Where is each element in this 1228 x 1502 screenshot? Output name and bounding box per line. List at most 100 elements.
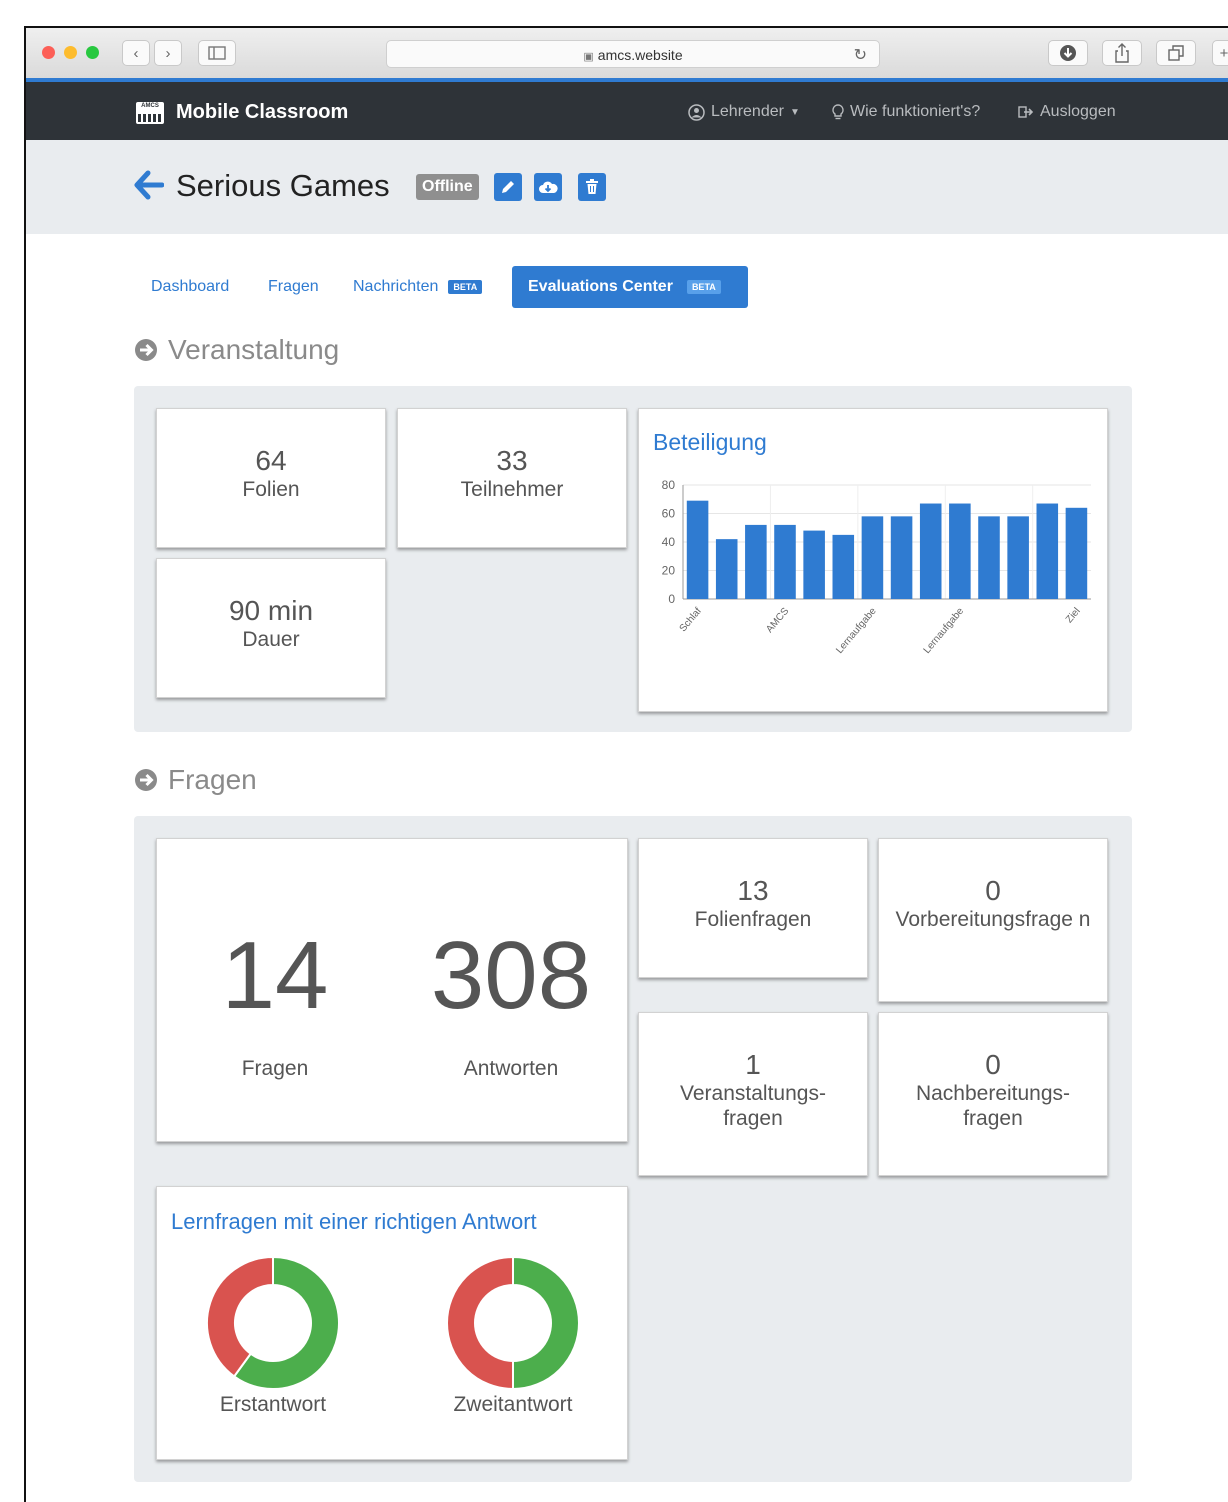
tab-evaluations-center[interactable]: Evaluations Center BETA (512, 266, 748, 308)
share-icon (1115, 43, 1129, 63)
folien-card: 64 Folien (156, 408, 386, 548)
lock-icon: ▣ (583, 51, 594, 63)
bar (919, 503, 942, 599)
new-tab-icon: + (1219, 44, 1228, 62)
maximize-window-button[interactable] (86, 46, 99, 59)
forward-icon: › (165, 44, 171, 62)
logout-link[interactable]: Ausloggen (1018, 103, 1116, 121)
close-window-button[interactable] (42, 46, 55, 59)
tab-dashboard[interactable]: Dashboard (151, 278, 229, 296)
new-tab-button[interactable]: + (1212, 40, 1228, 66)
beteiligung-chart-card: Beteiligung 0 20 40 60 80 Schlaf AMCS Lernaufga… (638, 408, 1108, 712)
cloud-download-button[interactable] (534, 173, 562, 201)
x-tick-label: Lernaufgabe (834, 606, 879, 656)
fragen-count-label: Fragen (241, 1057, 309, 1080)
lernfragen-title: Lernfragen mit einer richtigen Antwort (171, 1209, 537, 1234)
sidebar-button[interactable] (198, 40, 236, 66)
y-tick-label: 0 (668, 592, 675, 606)
user-menu-label: Lehrender (711, 103, 784, 120)
logout-icon (1018, 106, 1034, 118)
forward-button[interactable]: › (154, 40, 182, 66)
delete-button[interactable] (578, 173, 606, 201)
address-bar[interactable]: ▣ amcs.website ↻ (386, 40, 880, 68)
beta-badge: BETA (686, 280, 721, 294)
user-menu[interactable]: Lehrender ▼ (688, 103, 800, 121)
tabs-overview-button[interactable] (1156, 40, 1196, 66)
back-arrow-icon[interactable] (134, 170, 164, 200)
edit-button[interactable] (494, 173, 522, 201)
zweitantwort-label: Zweitantwort (453, 1393, 573, 1416)
beta-badge: BETA (448, 279, 483, 294)
reload-icon[interactable]: ↻ (854, 45, 867, 65)
bar (832, 534, 855, 599)
download-icon (1060, 45, 1076, 61)
section-fragen-title: Fragen (168, 764, 257, 795)
bar (1036, 503, 1059, 599)
donut-slice-falsch (446, 1255, 514, 1391)
bar (861, 516, 884, 599)
lightbulb-icon (832, 104, 844, 120)
help-label: Wie funktioniert's? (850, 103, 981, 120)
tab-nachrichten[interactable]: Nachrichten BETA (353, 278, 483, 296)
zweitantwort-donut-chart (446, 1255, 580, 1391)
folien-value: 64 (255, 445, 287, 476)
tab-nachrichten-label: Nachrichten (353, 278, 439, 295)
vorbereitungsfragen-label: Vorbereitungsfrage n (895, 908, 1091, 931)
tab-fragen[interactable]: Fragen (268, 278, 319, 296)
help-link[interactable]: Wie funktioniert's? (832, 103, 980, 121)
browser-toolbar: ‹ › ▣ amcs.website ↻ + (26, 28, 1228, 79)
bar (1065, 507, 1088, 599)
antworten-label: Antworten (463, 1057, 559, 1080)
folienfragen-value: 13 (737, 875, 769, 906)
circle-arrow-right-icon (135, 769, 157, 791)
back-button[interactable]: ‹ (122, 40, 150, 66)
trash-icon (586, 179, 598, 194)
downloads-button[interactable] (1048, 40, 1088, 66)
section-veranstaltung-header[interactable]: Veranstaltung (134, 334, 339, 366)
browser-window: ‹ › ▣ amcs.website ↻ + AMCS Mobile Classr… (24, 26, 1228, 1502)
pencil-icon (502, 181, 514, 193)
bar (745, 524, 767, 599)
folienfragen-card: 13 Folienfragen (638, 838, 868, 978)
x-tick-label: Lernaufgabe (922, 606, 967, 656)
section-fragen-header[interactable]: Fragen (134, 764, 257, 796)
lernfragen-card: Lernfragen mit einer richtigen Antwort E… (156, 1186, 628, 1460)
caret-down-icon: ▼ (789, 106, 800, 118)
folien-label: Folien (242, 478, 300, 501)
nachbereitungsfragen-value: 0 (985, 1049, 1001, 1080)
vorbereitungsfragen-card: 0 Vorbereitungsfrage n (878, 838, 1108, 1002)
y-tick-label: 80 (662, 478, 676, 492)
page-title: Serious Games (176, 168, 390, 203)
x-tick-label: Ziel (1064, 606, 1083, 625)
minimize-window-button[interactable] (64, 46, 77, 59)
y-tick-label: 20 (662, 564, 676, 578)
veranstaltungsfragen-value: 1 (745, 1049, 761, 1080)
user-circle-icon (688, 103, 705, 121)
logout-label: Ausloggen (1040, 103, 1116, 120)
app-navbar: AMCS Mobile Classroom Lehrender ▼ Wie fu… (26, 82, 1228, 140)
share-button[interactable] (1102, 40, 1142, 66)
bar (686, 500, 709, 599)
url-text: amcs.website (597, 47, 683, 63)
fragen-count-value: 14 (221, 922, 329, 1029)
back-icon: ‹ (133, 44, 139, 62)
status-badge: Offline (416, 174, 479, 200)
nachbereitungsfragen-card: 0 Nachbereitungs- fragen (878, 1012, 1108, 1176)
amcs-logo[interactable]: AMCS (136, 102, 164, 124)
tabs-icon (1168, 45, 1184, 61)
y-tick-label: 60 (662, 507, 676, 521)
brand-name[interactable]: Mobile Classroom (176, 101, 348, 124)
x-tick-label: Schlaf (678, 606, 704, 635)
nachbereitungsfragen-label: Nachbereitungs- fragen (915, 1082, 1071, 1130)
tab-evaluations-label: Evaluations Center (528, 278, 673, 295)
donut-slice-falsch (206, 1255, 274, 1378)
section-veranstaltung-title: Veranstaltung (168, 334, 340, 365)
bar (715, 539, 738, 599)
veranstaltung-panel: 64 Folien 33 Teilnehmer 90 min Dauer Bet… (134, 386, 1132, 732)
bar (1007, 516, 1029, 599)
dauer-card: 90 min Dauer (156, 558, 386, 698)
dauer-label: Dauer (242, 628, 300, 651)
donut-slice-richtig (512, 1255, 580, 1391)
bar (949, 503, 971, 599)
circle-arrow-right-icon (135, 339, 157, 361)
